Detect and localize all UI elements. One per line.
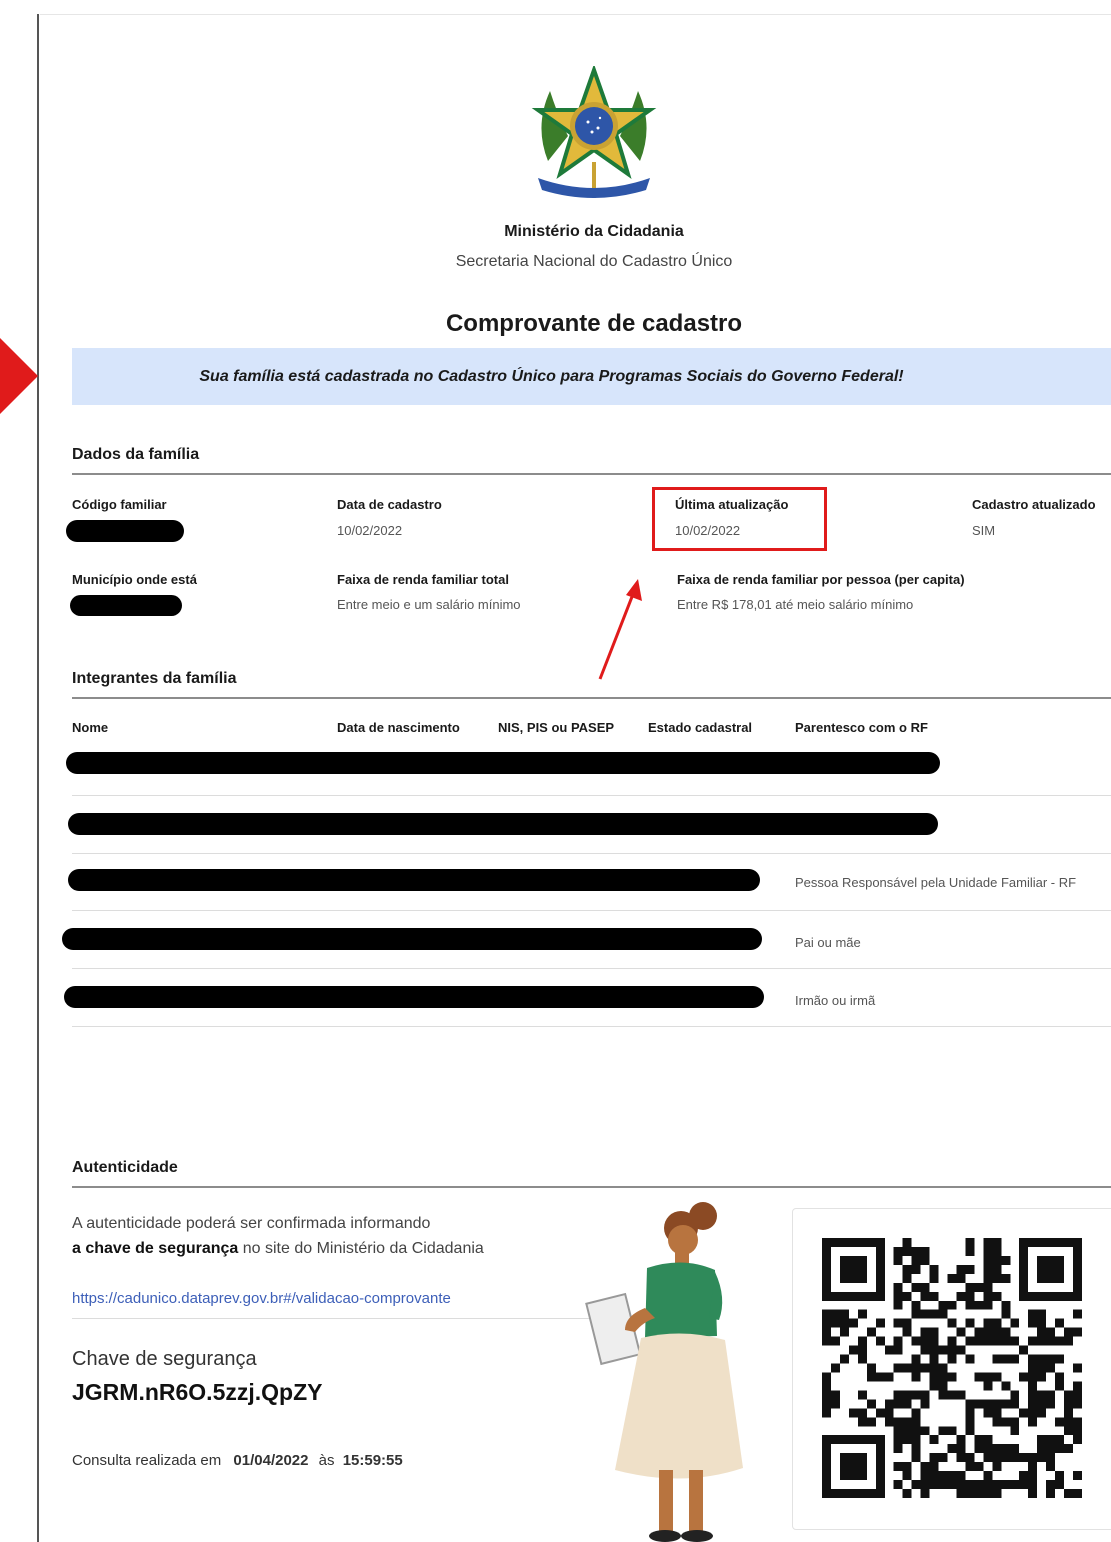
page-left-border	[37, 14, 39, 1542]
redacted-member-row	[68, 813, 938, 835]
query-timestamp: Consulta realizada em 01/04/2022 às 15:5…	[72, 1452, 403, 1469]
data-cadastro-label: Data de cadastro	[337, 497, 442, 512]
parentesco-value: Pessoa Responsável pela Unidade Familiar…	[795, 875, 1077, 890]
query-time: 15:59:55	[342, 1452, 403, 1469]
banner-text: Sua família está cadastrada no Cadastro …	[199, 367, 904, 385]
secretaria-name: Secretaria Nacional do Cadastro Único	[455, 253, 733, 270]
column-header-parentesco: Parentesco com o RF	[795, 720, 928, 735]
redacted-member-row	[62, 928, 762, 950]
ministry-name: Ministério da Cidadania	[504, 223, 684, 240]
parentesco-value: Irmão ou irmã	[795, 993, 876, 1008]
section-divider	[72, 1186, 1111, 1188]
security-key-value: JGRM.nR6O.5zzj.QpZY	[72, 1379, 323, 1405]
renda-total-value: Entre meio e um salário mínimo	[337, 597, 521, 612]
annotation-pointer-triangle	[0, 338, 38, 414]
section-title-autenticidade: Autenticidade	[72, 1159, 178, 1176]
qr-code-icon	[822, 1238, 1082, 1498]
auth-instructions-line2: a chave de segurança no site do Ministér…	[72, 1240, 484, 1258]
renda-per-capita-value: Entre R$ 178,01 até meio salário mínimo	[677, 597, 914, 612]
validation-link[interactable]: https://cadunico.dataprev.gov.br#/valida…	[72, 1290, 451, 1307]
annotation-highlight-box	[652, 487, 827, 551]
redacted-codigo-familiar	[66, 520, 184, 542]
renda-per-capita-label: Faixa de renda familiar por pessoa (per …	[677, 572, 965, 587]
auth-instructions-line1: A autenticidade poderá ser confirmada in…	[72, 1215, 431, 1232]
row-divider	[72, 853, 1111, 854]
woman-reading-illustration	[585, 1202, 743, 1542]
section-divider	[72, 697, 1111, 699]
data-cadastro-value: 10/02/2022	[337, 523, 403, 538]
row-divider	[72, 1026, 1111, 1027]
query-prefix: Consulta realizada em	[72, 1452, 222, 1469]
page-top-border	[40, 14, 1111, 15]
query-date: 01/04/2022	[233, 1452, 309, 1469]
registration-banner: Sua família está cadastrada no Cadastro …	[72, 348, 1111, 405]
section-title-integrantes: Integrantes da família	[72, 670, 237, 687]
parentesco-value: Pai ou mãe	[795, 935, 861, 950]
brazil-coat-of-arms-icon	[531, 66, 657, 198]
row-divider	[72, 910, 1111, 911]
column-header-nome: Nome	[72, 720, 109, 735]
redacted-member-row	[66, 752, 940, 774]
security-key-label: Chave de segurança	[72, 1348, 257, 1370]
municipio-label: Município onde está	[72, 572, 197, 587]
redacted-member-row	[68, 869, 760, 891]
annotation-arrow-icon	[598, 579, 642, 680]
codigo-familiar-label: Código familiar	[72, 497, 167, 512]
column-header-estado: Estado cadastral	[648, 720, 753, 735]
auth-instructions-rest: no site do Ministério da Cidadania	[238, 1240, 484, 1257]
cadastro-atualizado-value: SIM	[972, 523, 996, 538]
link-divider	[72, 1318, 592, 1319]
renda-total-label: Faixa de renda familiar total	[337, 572, 509, 587]
row-divider	[72, 795, 1111, 796]
page-title: Comprovante de cadastro	[445, 310, 743, 337]
section-title-dados-familia: Dados da família	[72, 446, 200, 463]
redacted-member-row	[64, 986, 764, 1008]
redacted-municipio	[70, 595, 182, 616]
section-divider	[72, 473, 1111, 475]
cadastro-atualizado-label: Cadastro atualizado	[972, 497, 1096, 512]
column-header-nis: NIS, PIS ou PASEP	[498, 720, 615, 735]
column-header-nascimento: Data de nascimento	[337, 720, 460, 735]
auth-key-emphasis: a chave de segurança	[72, 1240, 239, 1257]
query-at: às	[318, 1452, 335, 1469]
row-divider	[72, 968, 1111, 969]
